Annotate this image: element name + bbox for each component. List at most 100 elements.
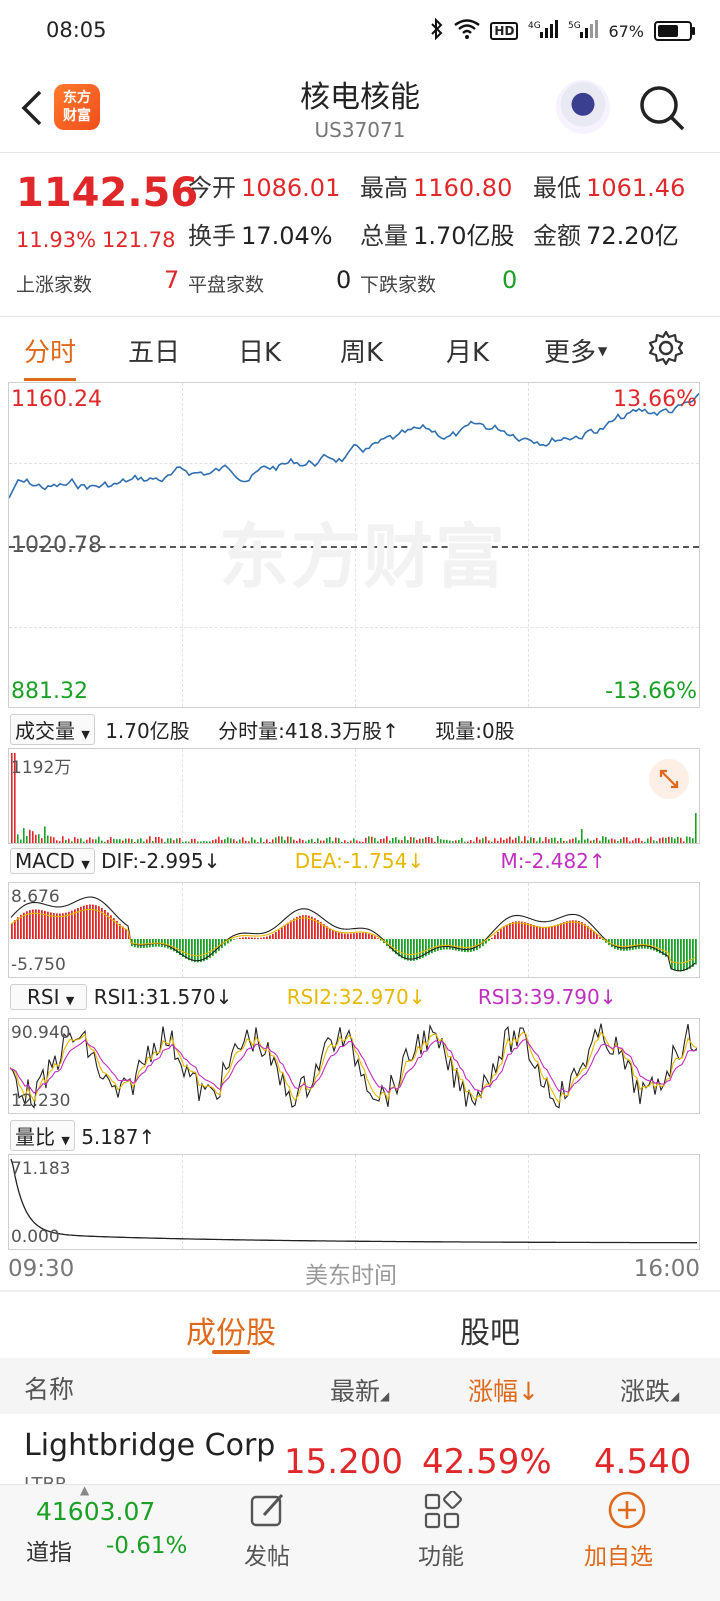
tab-constituents[interactable]: 成份股 bbox=[186, 1308, 276, 1352]
ratio-chart[interactable]: 71.183 0.000 bbox=[8, 1154, 700, 1250]
ratio-indicator-select[interactable]: 量比 ▼ bbox=[10, 1120, 75, 1151]
stat-value: 1061.46 bbox=[586, 174, 685, 202]
volume-bar bbox=[506, 839, 508, 843]
col-last[interactable]: 最新◢ bbox=[330, 1372, 389, 1408]
volume-bar bbox=[452, 841, 454, 843]
macd-bar bbox=[614, 939, 616, 949]
volume-bar bbox=[620, 839, 622, 843]
macd-bar bbox=[434, 939, 436, 952]
volume-bar bbox=[587, 838, 589, 843]
index-pct: -0.61% bbox=[106, 1533, 187, 1559]
ratio-header: 量比 ▼ 5.187↑ bbox=[10, 1120, 155, 1151]
volume-bar bbox=[470, 840, 472, 843]
rsi3-value: RSI3:39.790 bbox=[478, 985, 600, 1009]
axis-lower-price: 881.32 bbox=[11, 679, 88, 704]
volume-bar bbox=[407, 840, 409, 843]
volume-bar bbox=[98, 837, 100, 843]
signal-5g-icon: 5G bbox=[568, 19, 598, 43]
robot-assistant-icon[interactable] bbox=[556, 80, 610, 134]
tab-forum[interactable]: 股吧 bbox=[460, 1308, 520, 1352]
volume-bar bbox=[524, 836, 526, 843]
volume-bar bbox=[143, 841, 145, 843]
volume-bar bbox=[170, 838, 172, 843]
battery-text: 67% bbox=[608, 22, 644, 41]
macd-bar bbox=[518, 921, 520, 939]
rsi-plot bbox=[9, 1019, 699, 1113]
volume-bar bbox=[335, 838, 337, 843]
volume-bar bbox=[158, 837, 160, 843]
macd-bar bbox=[284, 925, 286, 939]
volume-bar bbox=[56, 840, 58, 843]
macd-bar bbox=[338, 932, 340, 939]
volume-bar bbox=[434, 842, 436, 843]
volume-bar bbox=[110, 837, 112, 843]
index-ticker[interactable]: ▲ 41603.07 道指 -0.61% bbox=[0, 1485, 176, 1601]
tab-5[interactable]: 更多 bbox=[544, 332, 596, 369]
macd-bar bbox=[356, 933, 358, 939]
rsi-chart[interactable]: 90.940 12.230 bbox=[8, 1018, 700, 1114]
volume-bar bbox=[674, 839, 676, 843]
tab-4[interactable]: 月K bbox=[446, 332, 489, 369]
volume-bar bbox=[611, 839, 613, 843]
volume-bar bbox=[647, 839, 649, 843]
volume-bar bbox=[410, 837, 412, 843]
table-row[interactable]: Lightbridge Corp LTBR 15.200 42.59% 4.54… bbox=[0, 1414, 720, 1484]
volume-bar bbox=[644, 842, 646, 843]
macd-header: MACD ▼ DIF:-2.995↓ DEA:-1.754↓ M:-2.482↑ bbox=[10, 848, 606, 874]
macd-bar bbox=[299, 916, 301, 939]
macd-bar bbox=[629, 939, 631, 950]
macd-indicator-select[interactable]: MACD ▼ bbox=[10, 848, 95, 874]
volume-bar bbox=[662, 837, 664, 843]
volume-chart[interactable]: 1192万 bbox=[8, 748, 700, 844]
volume-bar bbox=[632, 840, 634, 843]
col-name[interactable]: 名称 bbox=[24, 1370, 74, 1406]
macd-bar bbox=[455, 939, 457, 951]
macd-bar bbox=[20, 915, 22, 939]
macd-bar bbox=[293, 918, 295, 939]
volume-bar bbox=[539, 837, 541, 843]
volume-indicator-select[interactable]: 成交量 ▼ bbox=[10, 714, 95, 745]
macd-bar bbox=[11, 923, 13, 939]
expand-button[interactable] bbox=[649, 759, 689, 799]
stat-value: 1.70亿股 bbox=[413, 222, 514, 250]
volume-bar bbox=[503, 840, 505, 843]
macd-bar bbox=[467, 939, 469, 952]
stat-label: 换手 bbox=[188, 222, 236, 250]
tab-3[interactable]: 周K bbox=[340, 332, 383, 369]
volume-bar bbox=[569, 839, 571, 843]
macd-bar bbox=[167, 939, 169, 948]
functions-button[interactable]: 功能 bbox=[402, 1485, 482, 1601]
stat-item: 金额 72.20亿 bbox=[533, 216, 679, 251]
intraday-chart[interactable]: 东方财富 1160.24 1020.78 881.32 13.66% -13.6… bbox=[8, 382, 700, 708]
volume-bar bbox=[467, 841, 469, 843]
rsi-indicator-select[interactable]: RSI ▼ bbox=[10, 984, 87, 1010]
volume-bar bbox=[545, 837, 547, 843]
stock-name: Lightbridge Corp bbox=[24, 1428, 275, 1463]
macd-bar bbox=[305, 915, 307, 939]
col-chg[interactable]: 涨跌◢ bbox=[620, 1372, 679, 1408]
macd-bar bbox=[509, 923, 511, 939]
tab-2[interactable]: 日K bbox=[238, 332, 281, 369]
quote-summary: 1142.56 11.93% 121.78 今开 1086.01最高 1160.… bbox=[0, 152, 720, 317]
macd-top-label: 8.676 bbox=[11, 887, 60, 907]
volume-bar bbox=[272, 839, 274, 843]
macd-bar bbox=[611, 939, 613, 947]
volume-bar bbox=[281, 836, 283, 843]
macd-chart[interactable]: 8.676 -5.750 bbox=[8, 882, 700, 978]
volume-bar bbox=[257, 842, 259, 843]
macd-dif: DIF:-2.995 bbox=[101, 849, 203, 873]
macd-bar bbox=[446, 939, 448, 949]
macd-bar bbox=[572, 920, 574, 939]
volume-bars bbox=[9, 749, 699, 843]
macd-bar bbox=[449, 939, 451, 950]
col-pct[interactable]: 涨幅↓ bbox=[468, 1372, 539, 1408]
search-button[interactable] bbox=[638, 84, 686, 132]
tab-1[interactable]: 五日 bbox=[128, 332, 180, 369]
add-watchlist-button[interactable]: 加自选 bbox=[578, 1485, 678, 1601]
ratio-plot bbox=[9, 1155, 699, 1249]
macd-bar bbox=[539, 927, 541, 939]
index-name: 道指 bbox=[26, 1533, 72, 1567]
post-button[interactable]: 发帖 bbox=[228, 1485, 308, 1601]
tab-0[interactable]: 分时 bbox=[24, 332, 76, 369]
settings-button[interactable] bbox=[648, 330, 684, 366]
